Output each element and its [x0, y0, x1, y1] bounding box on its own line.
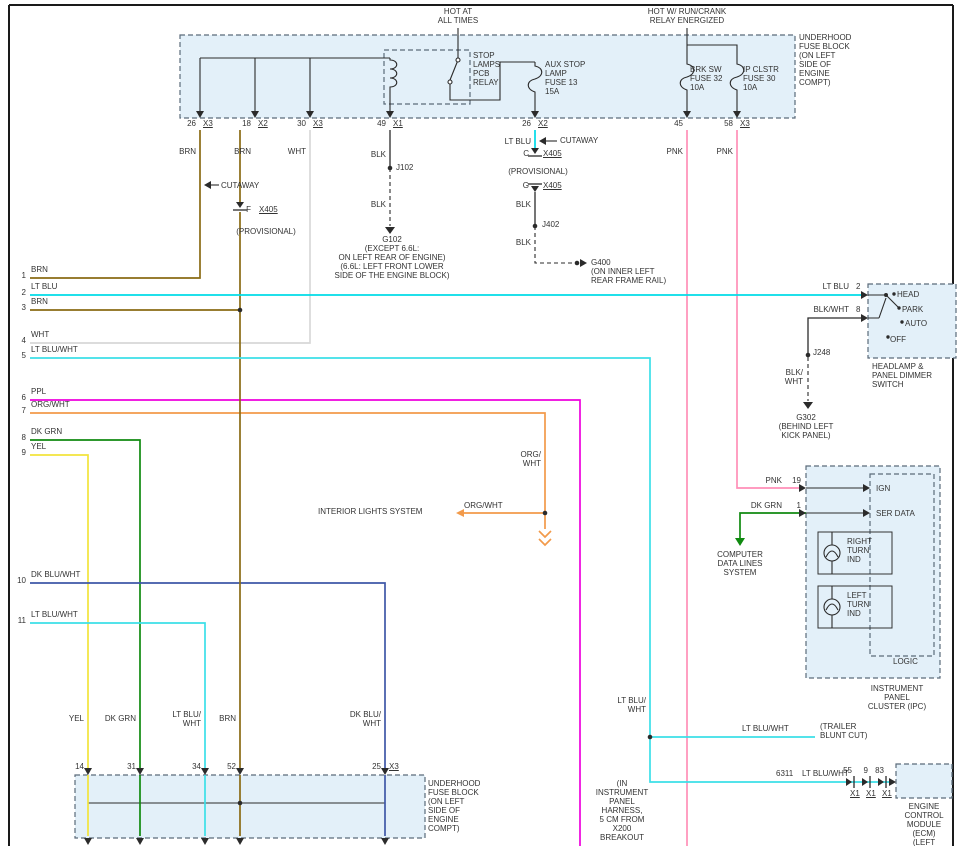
interior-lights-arrow — [456, 509, 464, 517]
wire-wht — [30, 130, 310, 343]
junction-dot — [238, 801, 243, 806]
headlamp-contact-head — [892, 292, 895, 295]
cutaway-left-arrow — [204, 181, 211, 189]
wire-lt-blu-wht — [30, 358, 889, 836]
pin-arrow — [84, 838, 92, 845]
instrument-panel-cluster-box — [806, 466, 940, 678]
ecm-box — [896, 764, 952, 798]
black-wires — [390, 130, 861, 353]
ground-g400-symbol — [580, 259, 587, 267]
pin-arrow — [799, 484, 806, 492]
wire-blkwht-pin8-to-j248 — [808, 318, 861, 353]
glyph-layer — [84, 111, 904, 845]
pin-arrow — [889, 778, 896, 786]
pin-arrow — [136, 838, 144, 845]
pin-arrow — [236, 838, 244, 845]
wire-blk-j402-to-g400 — [535, 226, 575, 263]
wire-brn — [30, 130, 240, 836]
connector-c-x405-symbol — [531, 148, 539, 154]
inline-connectors — [233, 148, 886, 788]
wiring-diagram-page: HOT AT ALL TIMESHOT W/ RUN/CRANK RELAY E… — [0, 0, 962, 846]
junction-dot — [238, 308, 243, 313]
colored-wires — [30, 130, 889, 846]
connector-f-x405-symbol — [236, 202, 244, 208]
border-lines — [9, 5, 953, 846]
headlamp-contact-off — [886, 335, 889, 338]
headlamp-contact-auto — [900, 320, 903, 323]
ground-g102-symbol — [385, 227, 395, 234]
pin-arrow — [84, 768, 92, 775]
connector-x1-symbol — [878, 778, 884, 786]
relay-switch-pivot — [456, 58, 460, 62]
component-boxes — [75, 35, 956, 838]
splice-j102-dot — [388, 166, 393, 171]
pin-arrow — [236, 768, 244, 775]
connector-x1-symbol — [862, 778, 868, 786]
splice-j248-dot — [806, 353, 811, 358]
splice-j402-dot — [533, 224, 538, 229]
wire-pnk — [687, 130, 799, 846]
relay-switch-contact — [448, 80, 452, 84]
connector-x1-symbol — [846, 778, 852, 786]
internal-wiring — [88, 28, 899, 803]
junction-dot — [648, 735, 653, 740]
pin-arrow — [201, 838, 209, 845]
junction-dot — [575, 261, 580, 266]
headlamp-pivot-dot — [884, 293, 888, 297]
top-underhood-fuse-block-box — [180, 35, 795, 118]
black-dashed-wires — [390, 168, 808, 401]
pin-arrow — [799, 509, 806, 517]
pin-arrow — [201, 768, 209, 775]
splice-dots — [238, 166, 904, 806]
pin-arrow — [381, 838, 389, 845]
page-border — [9, 5, 953, 846]
pin-arrow — [381, 768, 389, 775]
junction-dot — [543, 511, 548, 516]
pin-arrow — [861, 314, 868, 322]
cutaway-right-arrow — [539, 137, 546, 145]
bottom-underhood-fuse-block-box — [75, 775, 425, 838]
pin-arrow — [136, 768, 144, 775]
cutaway-arrows — [204, 137, 557, 189]
ground-g302-symbol — [803, 402, 813, 409]
computer-data-arrow — [735, 538, 745, 546]
diagram-canvas — [0, 0, 962, 846]
connector-g-x405-symbol — [531, 186, 539, 192]
headlamp-contact-park — [897, 306, 900, 309]
wire-org-wht — [30, 413, 551, 545]
pin-arrow — [861, 291, 868, 299]
ground-symbols — [385, 227, 813, 409]
